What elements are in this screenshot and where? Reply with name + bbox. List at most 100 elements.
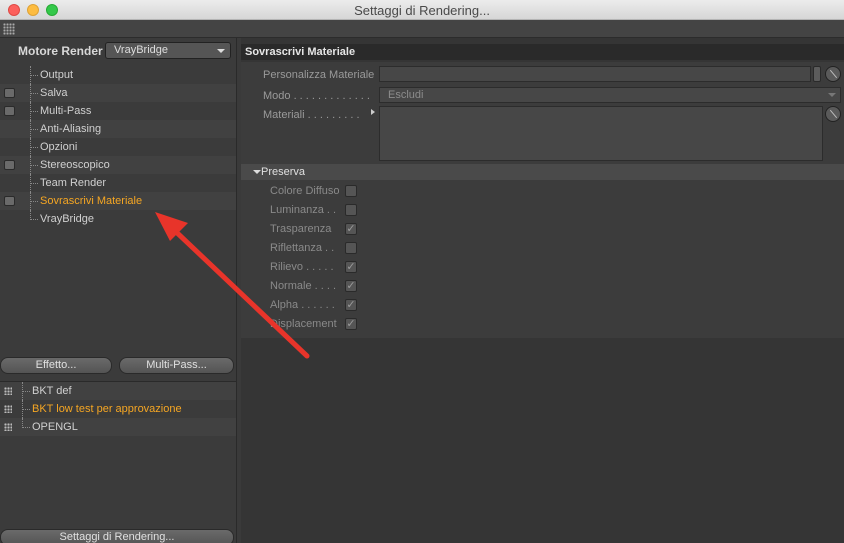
mode-select[interactable]: Escludi: [379, 87, 841, 103]
preset-item[interactable]: OPENGL: [0, 418, 236, 436]
window-title: Settaggi di Rendering...: [354, 3, 490, 18]
preserve-label: Riflettanza . .: [270, 242, 335, 254]
title-bar: Settaggi di Rendering...: [0, 0, 844, 20]
preset-label: BKT def: [32, 385, 72, 397]
tree-line: [31, 147, 38, 148]
collapse-arrow-icon: [253, 170, 261, 174]
tree-line: [31, 165, 38, 166]
tree-item-label: Stereoscopico: [40, 159, 110, 171]
tool-strip: [0, 20, 844, 38]
render-settings-button[interactable]: Settaggi di Rendering...: [0, 529, 234, 543]
chevron-down-icon: [828, 93, 836, 97]
tree-item-label: VrayBridge: [40, 213, 95, 225]
preserve-label: Alpha . . . . . .: [270, 299, 335, 311]
custom-material-label: Personalizza Materiale: [263, 69, 375, 81]
mode-label: Modo . . . . . . . . . . . . .: [263, 90, 370, 102]
preserve-checkbox[interactable]: ✓: [345, 318, 357, 330]
mode-value: Escludi: [388, 89, 424, 101]
tree-line: [23, 391, 30, 392]
preset-item[interactable]: BKT def: [0, 382, 236, 400]
preserve-checkbox[interactable]: ✓: [345, 261, 357, 273]
multi-pass-button[interactable]: Multi-Pass...: [119, 357, 234, 374]
preset-icon: [4, 423, 12, 431]
tree-item-label: Sovrascrivi Materiale: [40, 195, 143, 207]
preserve-row: Trasparenza ✓: [241, 220, 844, 239]
preserve-checkbox[interactable]: ✓: [345, 280, 357, 292]
tree-item-label: Opzioni: [40, 141, 78, 153]
tree-item-vraybridge[interactable]: VrayBridge: [0, 210, 236, 228]
settings-tree: Output Salva Multi-Pass Anti-Aliasing Op…: [0, 66, 236, 228]
preset-item[interactable]: BKT low test per approvazione: [0, 400, 236, 418]
section-title: Sovrascrivi Materiale: [241, 44, 844, 60]
custom-material-field[interactable]: [379, 66, 811, 82]
preserve-group-title: Preserva: [261, 166, 306, 178]
preset-icon: [4, 387, 12, 395]
tree-item-label: Output: [40, 69, 74, 81]
preserve-label: Rilievo . . . . .: [270, 261, 334, 273]
preserve-label: Normale . . . .: [270, 280, 337, 292]
tree-line: [31, 201, 38, 202]
override-material-panel: Personalizza Materiale Modo . . . . . . …: [241, 62, 844, 164]
pick-icon[interactable]: [825, 106, 841, 122]
tree-item-sovrascrivi-materiale[interactable]: Sovrascrivi Materiale: [0, 192, 236, 210]
enable-checkbox[interactable]: [4, 88, 15, 98]
preserve-row: Luminanza . .: [241, 201, 844, 220]
field-scroll-handle[interactable]: [813, 66, 821, 82]
preset-label: BKT low test per approvazione: [32, 403, 182, 415]
tree-line: [31, 75, 38, 76]
expand-arrow-icon[interactable]: [371, 109, 375, 115]
render-engine-label: Motore Render: [18, 44, 103, 58]
tree-item-salva[interactable]: Salva: [0, 84, 236, 102]
preserve-panel: Colore Diffuso Luminanza . . Trasparenza…: [241, 180, 844, 338]
tree-line: [31, 111, 38, 112]
tree-item-label: Anti-Aliasing: [40, 123, 102, 135]
tree-item-stereoscopico[interactable]: Stereoscopico: [0, 156, 236, 174]
preserve-label: Trasparenza: [270, 223, 332, 235]
preserve-checkbox[interactable]: [345, 185, 357, 197]
render-engine-value: VrayBridge: [114, 44, 169, 56]
preserve-checkbox[interactable]: ✓: [345, 223, 357, 235]
render-engine-select[interactable]: VrayBridge: [105, 42, 231, 59]
tree-item-label: Salva: [40, 87, 68, 99]
tree-item-multi-pass[interactable]: Multi-Pass: [0, 102, 236, 120]
preserve-row: Alpha . . . . . . ✓: [241, 296, 844, 315]
tree-line: [23, 409, 30, 410]
tree-line: [23, 427, 30, 428]
preserve-label: Displacement: [270, 318, 337, 330]
preset-icon: [4, 405, 12, 413]
left-panel: Motore Render VrayBridge Output Salva Mu…: [0, 38, 237, 543]
materials-list-field[interactable]: [379, 106, 823, 161]
preset-label: OPENGL: [32, 421, 78, 433]
pick-icon[interactable]: [825, 66, 841, 82]
preserve-row: Riflettanza . .: [241, 239, 844, 258]
preserve-row: Colore Diffuso: [241, 182, 844, 201]
chevron-down-icon: [217, 49, 225, 53]
preserve-label: Luminanza . .: [270, 204, 337, 216]
tree-item-label: Multi-Pass: [40, 105, 92, 117]
tree-item-anti-aliasing[interactable]: Anti-Aliasing: [0, 120, 236, 138]
preserve-row: Normale . . . . ✓: [241, 277, 844, 296]
right-panel: Sovrascrivi Materiale Personalizza Mater…: [241, 38, 844, 543]
preserve-row: Rilievo . . . . . ✓: [241, 258, 844, 277]
tree-item-opzioni[interactable]: Opzioni: [0, 138, 236, 156]
preserve-row: Displacement ✓: [241, 315, 844, 334]
tree-item-output[interactable]: Output: [0, 66, 236, 84]
preserve-checkbox[interactable]: ✓: [345, 299, 357, 311]
effect-button[interactable]: Effetto...: [0, 357, 112, 374]
render-presets-list: BKT def BKT low test per approvazione OP…: [0, 381, 236, 436]
tree-item-team-render[interactable]: Team Render: [0, 174, 236, 192]
materials-label: Materiali . . . . . . . . .: [263, 109, 360, 121]
preserve-group-header[interactable]: Preserva: [241, 164, 844, 180]
preserve-checkbox[interactable]: [345, 204, 357, 216]
enable-checkbox[interactable]: [4, 196, 15, 206]
tree-line: [31, 93, 38, 94]
tree-line: [31, 129, 38, 130]
preserve-label: Colore Diffuso: [270, 185, 340, 197]
tree-line: [31, 183, 38, 184]
tree-line: [31, 219, 38, 220]
tree-item-label: Team Render: [40, 177, 107, 189]
enable-checkbox[interactable]: [4, 106, 15, 116]
preserve-checkbox[interactable]: [345, 242, 357, 254]
enable-checkbox[interactable]: [4, 160, 15, 170]
grip-icon[interactable]: [3, 23, 15, 35]
